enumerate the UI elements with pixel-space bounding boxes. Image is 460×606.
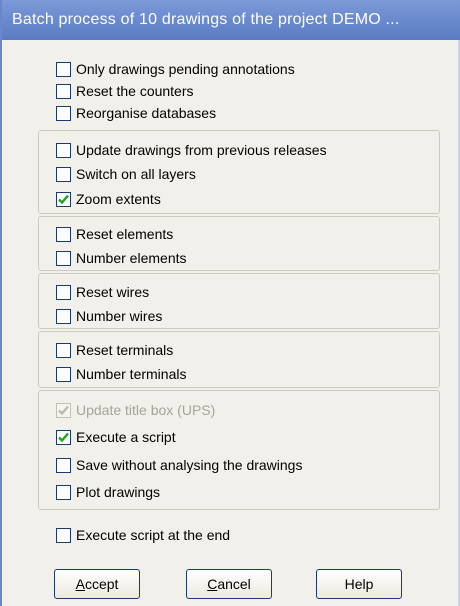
checkbox-reset-terminals[interactable]: Reset terminals [56,339,173,361]
checkbox-box[interactable] [56,83,71,99]
help-label: Help [344,576,374,592]
accept-mnemonic: A [75,576,85,592]
checkbox-box[interactable] [56,457,71,473]
checkbox-reorganise-databases[interactable]: Reorganise databases [56,102,216,124]
checkbox-label: Update title box (UPS) [76,402,216,418]
checkbox-label: Update drawings from previous releases [76,142,327,158]
checkbox-label: Number elements [76,250,187,266]
checkbox-number-wires[interactable]: Number wires [56,305,162,327]
checkbox-reset-elements[interactable]: Reset elements [56,223,173,245]
checkbox-label: Execute a script [76,429,176,445]
checkbox-box[interactable] [56,142,71,158]
cancel-button[interactable]: Cancel [186,569,272,599]
checkbox-box[interactable] [56,105,71,121]
checkbox-box[interactable] [56,250,71,266]
checkbox-execute-script[interactable]: Execute a script [56,426,176,448]
checkbox-box[interactable] [56,308,71,324]
checkbox-number-terminals[interactable]: Number terminals [56,363,186,385]
accept-button[interactable]: Accept [54,569,140,599]
help-button[interactable]: Help [316,569,402,599]
checkbox-box[interactable] [56,366,71,382]
checkbox-zoom-extents[interactable]: Zoom extents [56,188,161,210]
checkbox-label: Switch on all layers [76,166,196,182]
checkbox-only-pending-annotations[interactable]: Only drawings pending annotations [56,58,295,80]
checkbox-update-drawings[interactable]: Update drawings from previous releases [56,139,327,161]
checkbox-label: Reset the counters [76,83,194,99]
cancel-mnemonic: C [207,576,218,592]
checkbox-box[interactable] [56,429,71,445]
checkbox-reset-wires[interactable]: Reset wires [56,281,149,303]
checkbox-update-title-box: Update title box (UPS) [56,399,215,421]
checkbox-box[interactable] [56,484,71,500]
checkbox-label: Reset elements [76,226,174,242]
accept-label-rest: ccept [84,576,119,592]
checkbox-execute-script-at-end[interactable]: Execute script at the end [56,524,230,546]
batch-process-dialog: Batch process of 10 drawings of the proj… [0,0,460,606]
checkbox-box[interactable] [56,226,71,242]
checkbox-label: Execute script at the end [76,527,231,543]
checkbox-label: Only drawings pending annotations [76,61,295,77]
checkbox-label: Plot drawings [76,484,161,500]
checkbox-label: Zoom extents [76,191,161,207]
cancel-label-rest: ancel [217,576,251,592]
checkbox-label: Number wires [76,308,163,324]
checkbox-box[interactable] [56,284,71,300]
checkbox-box [56,402,71,418]
checkbox-box[interactable] [56,166,71,182]
checkbox-label: Reset wires [76,284,150,300]
checkbox-label: Number terminals [76,366,187,382]
checkbox-box[interactable] [56,191,71,207]
checkbox-box[interactable] [56,342,71,358]
checkbox-reset-counters[interactable]: Reset the counters [56,80,194,102]
checkbox-label: Save without analysing the drawings [76,457,303,473]
checkbox-save-without-analysing[interactable]: Save without analysing the drawings [56,454,302,476]
checkbox-box[interactable] [56,527,71,543]
dialog-title: Batch process of 10 drawings of the proj… [2,0,460,40]
checkbox-switch-on-layers[interactable]: Switch on all layers [56,163,196,185]
checkbox-box[interactable] [56,61,71,77]
checkbox-number-elements[interactable]: Number elements [56,247,187,269]
checkbox-plot-drawings[interactable]: Plot drawings [56,481,160,503]
checkbox-label: Reorganise databases [76,105,217,121]
checkbox-label: Reset terminals [76,342,174,358]
